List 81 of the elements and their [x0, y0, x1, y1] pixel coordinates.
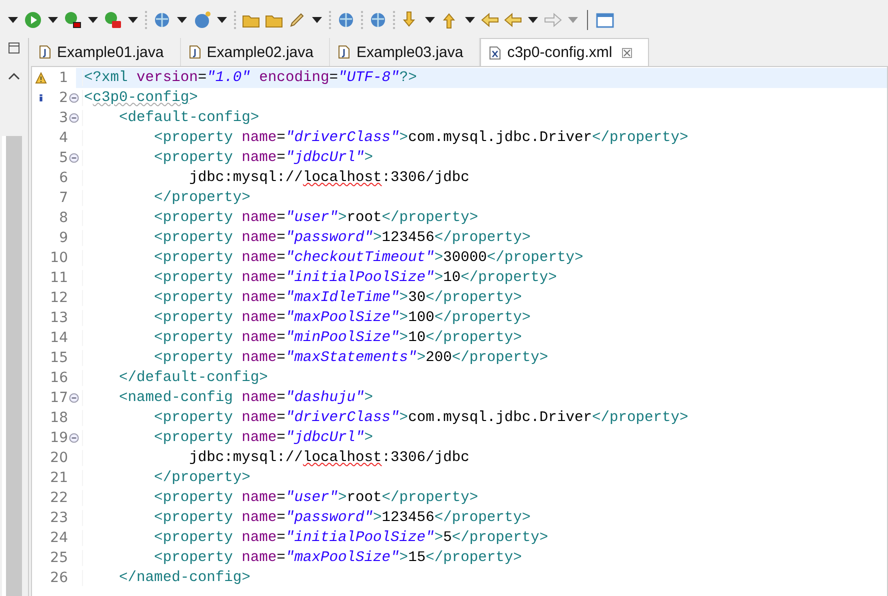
- caret-icon[interactable]: [128, 17, 138, 23]
- code-line: <property name="initialPoolSize">10</property>: [82, 270, 557, 286]
- line-number: 1: [58, 70, 68, 86]
- line-number: 14: [49, 330, 68, 346]
- line-number: 2: [58, 90, 68, 106]
- code-line: <property name="driverClass">com.mysql.jdbc.Driver</property>: [82, 410, 688, 426]
- code-line: </property>: [82, 190, 250, 206]
- caret-icon[interactable]: [88, 17, 98, 23]
- run-stop-icon[interactable]: [63, 10, 83, 30]
- line-number: 5: [58, 150, 68, 166]
- code-line: <property name="maxIdleTime">30</property>: [82, 290, 522, 306]
- line-number: 11: [49, 270, 68, 286]
- caret-icon[interactable]: [8, 17, 18, 23]
- code-line: <property name="user">root</property>: [82, 210, 478, 226]
- line-number: 9: [58, 230, 68, 246]
- code-line: <property name="initialPoolSize">5</property>: [82, 530, 548, 546]
- code-line: <default-config>: [82, 110, 260, 126]
- code-line: <property name="jdbcUrl">: [82, 430, 374, 446]
- code-line: <?xml version="1.0" encoding="UTF-8"?>: [82, 70, 417, 86]
- caret-icon[interactable]: [217, 17, 227, 23]
- close-icon[interactable]: [622, 48, 632, 58]
- collapse-icon[interactable]: [69, 113, 79, 123]
- line-number: 21: [49, 470, 68, 486]
- line-number: 8: [58, 210, 68, 226]
- code-line: </default-config>: [82, 370, 268, 386]
- line-number: 26: [49, 570, 68, 586]
- line-number: 22: [49, 490, 68, 506]
- chevron-up-icon[interactable]: [8, 72, 20, 80]
- line-number: 4: [58, 130, 68, 146]
- run-toolbox-icon[interactable]: [103, 10, 123, 30]
- code-editor[interactable]: [31, 66, 888, 596]
- back-icon[interactable]: [503, 10, 523, 30]
- line-number: 12: [49, 290, 68, 306]
- collapse-icon[interactable]: [69, 393, 79, 403]
- code-line: <property name="jdbcUrl">: [82, 150, 374, 166]
- collapse-icon[interactable]: [69, 433, 79, 443]
- line-number: 18: [49, 410, 68, 426]
- restore-icon[interactable]: [8, 42, 20, 54]
- line-number: 15: [49, 350, 68, 366]
- editor-tab[interactable]: c3p0-config.xml: [480, 38, 650, 66]
- java-file-icon: [338, 45, 350, 59]
- globe-icon[interactable]: [336, 10, 356, 30]
- line-number: 24: [49, 530, 68, 546]
- collapse-icon[interactable]: [69, 93, 79, 103]
- line-number: 13: [49, 310, 68, 326]
- collapse-icon[interactable]: [69, 153, 79, 163]
- java-file-icon: [39, 45, 51, 59]
- line-number: 10: [49, 250, 68, 266]
- caret-icon[interactable]: [177, 17, 187, 23]
- code-line: </property>: [82, 470, 250, 486]
- code-line: <property name="driverClass">com.mysql.jdbc.Driver</property>: [82, 130, 688, 146]
- code-line: <property name="maxStatements">200</property>: [82, 350, 548, 366]
- caret-icon[interactable]: [48, 17, 58, 23]
- code-line: <property name="maxPoolSize">100</property>: [82, 310, 531, 326]
- line-number: 19: [49, 430, 68, 446]
- caret-icon[interactable]: [312, 17, 322, 23]
- code-line: <property name="password">123456</property>: [82, 230, 531, 246]
- code-line: jdbc:mysql://localhost:3306/jdbc: [82, 450, 470, 466]
- line-number: 23: [49, 510, 68, 526]
- code-line: <property name="password">123456</property>: [82, 510, 531, 526]
- code-line: <property name="maxPoolSize">15</property>: [82, 550, 522, 566]
- caret-icon[interactable]: [425, 17, 435, 23]
- caret-icon[interactable]: [465, 17, 475, 23]
- line-number: 17: [49, 390, 68, 406]
- code-line: <property name="user">root</property>: [82, 490, 478, 506]
- caret-icon[interactable]: [528, 17, 538, 23]
- line-number: 25: [49, 550, 68, 566]
- line-number: 3: [58, 110, 68, 126]
- run-icon[interactable]: [23, 10, 43, 30]
- line-number: 6: [58, 170, 68, 186]
- xml-file-icon: [489, 46, 502, 60]
- code-line: </named-config>: [82, 570, 250, 586]
- line-number: 16: [49, 370, 68, 386]
- code-line: <property name="checkoutTimeout">30000</property>: [82, 250, 584, 266]
- code-line: <named-config name="dashuju">: [82, 390, 374, 406]
- line-number: 20: [49, 450, 68, 466]
- line-number: 7: [58, 190, 68, 206]
- code-line: <property name="minPoolSize">10</property>: [82, 330, 522, 346]
- code-line: <c3p0-config>: [82, 90, 198, 106]
- java-file-icon: [188, 45, 201, 59]
- code-line: jdbc:mysql://localhost:3306/jdbc: [82, 170, 470, 186]
